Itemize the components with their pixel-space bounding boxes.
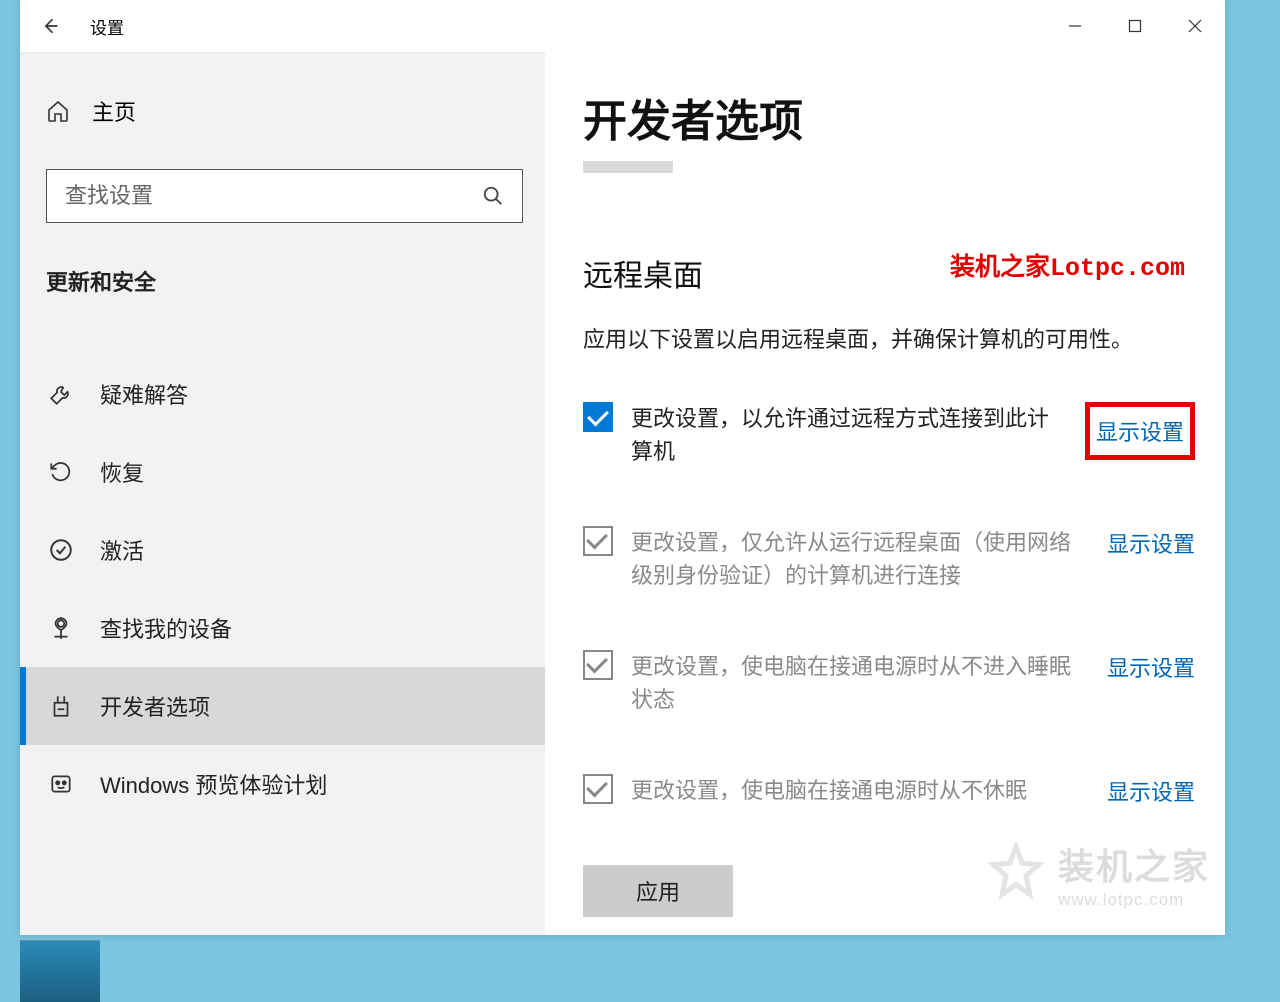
home-icon [46, 99, 70, 123]
sidebar-item-label: 开发者选项 [100, 690, 210, 722]
checkbox-nla[interactable] [583, 526, 613, 556]
logo-en: www.lotpc.com [1058, 890, 1210, 910]
minimize-button[interactable] [1045, 0, 1105, 52]
title-underline [583, 161, 673, 173]
apply-button[interactable]: 应用 [583, 865, 733, 917]
sidebar-item-developer[interactable]: 开发者选项 [20, 667, 545, 745]
recovery-icon [48, 459, 74, 485]
star-icon [986, 842, 1046, 907]
checkbox-remote-allow[interactable] [583, 402, 613, 432]
setting-row-hibernate: 更改设置，使电脑在接通电源时从不休眠 显示设置 [583, 774, 1195, 807]
sidebar-item-label: 激活 [100, 534, 144, 566]
setting-row-sleep: 更改设置，使电脑在接通电源时从不进入睡眠状态 显示设置 [583, 650, 1195, 716]
watermark-text: 装机之家Lotpc.com [950, 247, 1185, 283]
show-settings-link[interactable]: 显示设置 [1085, 402, 1195, 460]
setting-label: 更改设置，仅允许从运行远程桌面（使用网络级别身份验证）的计算机进行连接 [631, 526, 1089, 592]
page-title: 开发者选项 [583, 96, 1195, 149]
taskbar-fragment [20, 940, 100, 1002]
minimize-icon [1068, 19, 1082, 33]
logo-cn: 装机之家 [1058, 838, 1210, 890]
maximize-icon [1128, 19, 1142, 33]
close-icon [1188, 19, 1202, 33]
settings-list: 更改设置，以允许通过远程方式连接到此计算机 显示设置 更改设置，仅允许从运行远程… [583, 402, 1195, 807]
insider-icon [48, 771, 74, 797]
location-icon [48, 615, 74, 641]
developer-icon [48, 693, 74, 719]
show-settings-link[interactable]: 显示设置 [1107, 650, 1195, 683]
checkbox-hibernate[interactable] [583, 774, 613, 804]
sidebar-item-insider[interactable]: Windows 预览体验计划 [46, 745, 523, 823]
sidebar: 主页 更新和安全 疑难解答 恢复 激活 [20, 52, 545, 935]
setting-row-remote-allow: 更改设置，以允许通过远程方式连接到此计算机 显示设置 [583, 402, 1195, 468]
sidebar-item-recovery[interactable]: 恢复 [46, 433, 523, 511]
logo-watermark: 装机之家 www.lotpc.com [986, 838, 1210, 910]
search-input[interactable] [65, 183, 482, 209]
sidebar-item-label: 疑难解答 [100, 378, 188, 410]
show-settings-link[interactable]: 显示设置 [1107, 526, 1195, 559]
search-box[interactable] [46, 169, 523, 223]
sidebar-item-label: 恢复 [100, 456, 144, 488]
setting-label: 更改设置，使电脑在接通电源时从不进入睡眠状态 [631, 650, 1089, 716]
setting-label: 更改设置，以允许通过远程方式连接到此计算机 [631, 402, 1071, 468]
sidebar-item-label: Windows 预览体验计划 [100, 768, 327, 800]
sidebar-item-troubleshoot[interactable]: 疑难解答 [46, 355, 523, 433]
content-pane: 开发者选项 装机之家Lotpc.com 远程桌面 应用以下设置以启用远程桌面，并… [545, 52, 1225, 935]
nav-list: 疑难解答 恢复 激活 查找我的设备 开发者选项 [46, 355, 523, 823]
window-title: 设置 [90, 14, 124, 39]
section-description: 应用以下设置以启用远程桌面，并确保计算机的可用性。 [583, 325, 1195, 356]
close-button[interactable] [1165, 0, 1225, 52]
window-controls [1045, 0, 1225, 52]
arrow-left-icon [40, 16, 60, 36]
checkbox-sleep[interactable] [583, 650, 613, 680]
category-label: 更新和安全 [46, 265, 523, 297]
show-settings-link[interactable]: 显示设置 [1107, 774, 1195, 807]
setting-row-nla: 更改设置，仅允许从运行远程桌面（使用网络级别身份验证）的计算机进行连接 显示设置 [583, 526, 1195, 592]
sidebar-item-find-device[interactable]: 查找我的设备 [46, 589, 523, 667]
search-icon [482, 185, 504, 207]
titlebar: 设置 [20, 0, 1225, 52]
settings-window: 设置 主页 更新和安全 [20, 0, 1225, 935]
sidebar-item-label: 查找我的设备 [100, 612, 232, 644]
back-button[interactable] [20, 0, 80, 52]
wrench-icon [48, 381, 74, 407]
setting-label: 更改设置，使电脑在接通电源时从不休眠 [631, 774, 1089, 807]
sidebar-item-activation[interactable]: 激活 [46, 511, 523, 589]
maximize-button[interactable] [1105, 0, 1165, 52]
check-circle-icon [48, 537, 74, 563]
body: 主页 更新和安全 疑难解答 恢复 激活 [20, 52, 1225, 935]
home-label: 主页 [92, 95, 136, 127]
home-link[interactable]: 主页 [46, 81, 523, 141]
